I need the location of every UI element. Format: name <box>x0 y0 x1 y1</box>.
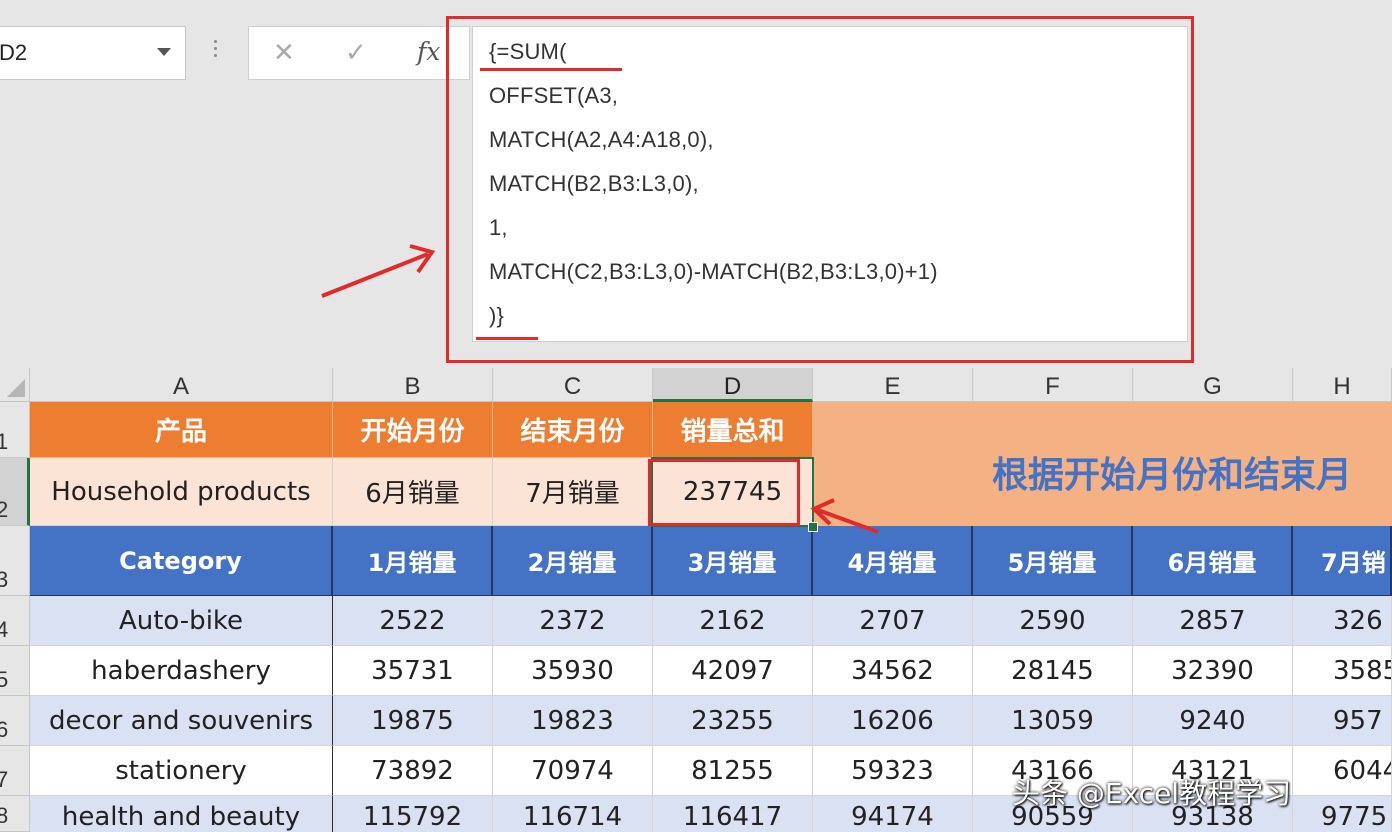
row-header-3[interactable]: 3 <box>0 526 30 596</box>
row-header-6[interactable]: 6 <box>0 696 30 746</box>
arrow-annotation-icon <box>810 498 879 534</box>
cancel-icon[interactable]: ✕ <box>273 38 295 68</box>
name-box[interactable]: D2 <box>0 26 186 80</box>
product-input-cell[interactable]: Household products <box>30 458 333 526</box>
row-header-4[interactable]: 4 <box>0 596 30 646</box>
formula-line: {=SUM( <box>489 39 567 64</box>
formula-line: MATCH(B2,B3:L3,0), <box>489 171 699 196</box>
table-cell[interactable]: 6044 <box>1293 746 1392 796</box>
enter-icon[interactable]: ✓ <box>345 38 367 68</box>
banner-title: 根据开始月份和结束月 <box>992 455 1353 496</box>
table-cell[interactable]: 2707 <box>813 596 973 646</box>
formula-input[interactable]: {=SUM( OFFSET(A3, MATCH(A2,A4:A18,0), MA… <box>472 26 1188 342</box>
table-header-cell[interactable]: 2月销量 <box>493 526 653 596</box>
column-header-e[interactable]: E <box>813 368 973 402</box>
row-header-7[interactable]: 7 <box>0 746 30 796</box>
formula-bar-area: D2 ✕ ✓ fx {=SUM( OFFSET(A3, MATCH(A2,A4:… <box>0 0 1392 368</box>
table-cell[interactable]: 9240 <box>1133 696 1293 746</box>
header-cell-end-month[interactable]: 结束月份 <box>493 402 653 458</box>
column-header-h[interactable]: H <box>1293 368 1392 402</box>
table-cell[interactable]: 957 <box>1293 696 1392 746</box>
table-cell[interactable]: 42097 <box>653 646 813 696</box>
table-cell[interactable]: 73892 <box>333 746 493 796</box>
table-cell[interactable]: 34562 <box>813 646 973 696</box>
table-cell[interactable]: 116417 <box>653 796 813 832</box>
table-cell[interactable]: 23255 <box>653 696 813 746</box>
table-cell[interactable]: 94174 <box>813 796 973 832</box>
table-header-cell[interactable]: 6月销量 <box>1133 526 1293 596</box>
table-cell[interactable]: 16206 <box>813 696 973 746</box>
chevron-down-icon[interactable] <box>157 48 171 56</box>
table-header-cell[interactable]: 7月销 <box>1293 526 1392 596</box>
banner-cell[interactable]: 根据开始月份和结束月 <box>812 402 1392 526</box>
table-cell[interactable]: 2522 <box>333 596 493 646</box>
header-cell-product[interactable]: 产品 <box>30 402 333 458</box>
arrow-annotation-icon <box>321 244 436 298</box>
column-header-c[interactable]: C <box>493 368 653 402</box>
table-header-cell[interactable]: 5月销量 <box>973 526 1133 596</box>
end-month-input-cell[interactable]: 7月销量 <box>493 458 653 526</box>
table-cell[interactable]: 13059 <box>973 696 1133 746</box>
table-cell[interactable]: 59323 <box>813 746 973 796</box>
drag-handle-icon[interactable] <box>214 40 218 61</box>
underline-annotation <box>476 337 538 340</box>
underline-annotation <box>480 68 622 71</box>
select-all-button[interactable] <box>0 368 30 402</box>
worksheet-grid: A B C D E F G H 1 2 3 4 5 6 7 8 产品 开始月份 … <box>0 368 1392 832</box>
table-cell[interactable]: 116714 <box>493 796 653 832</box>
table-cell[interactable]: Auto-bike <box>30 596 333 646</box>
table-cell[interactable]: 81255 <box>653 746 813 796</box>
table-header-cell[interactable]: Category <box>30 526 333 596</box>
insert-function-icon[interactable]: fx <box>417 37 440 66</box>
header-cell-start-month[interactable]: 开始月份 <box>333 402 493 458</box>
select-all-icon <box>7 379 25 397</box>
table-cell[interactable]: health and beauty <box>30 796 333 832</box>
table-header-cell[interactable]: 3月销量 <box>653 526 813 596</box>
table-cell[interactable]: 2162 <box>653 596 813 646</box>
sales-total-result-cell[interactable]: 237745 <box>653 458 813 526</box>
formula-line: MATCH(C2,B3:L3,0)-MATCH(B2,B3:L3,0)+1) <box>489 259 938 284</box>
table-cell[interactable]: 3585 <box>1293 646 1392 696</box>
table-cell[interactable]: 2372 <box>493 596 653 646</box>
column-header-d[interactable]: D <box>653 368 813 402</box>
column-header-g[interactable]: G <box>1133 368 1293 402</box>
table-cell[interactable]: 2590 <box>973 596 1133 646</box>
formula-line: 1, <box>489 215 508 240</box>
formula-line: )} <box>489 303 505 328</box>
row-header-1[interactable]: 1 <box>0 402 30 458</box>
row-header-5[interactable]: 5 <box>0 646 30 696</box>
table-cell[interactable]: 326 <box>1293 596 1392 646</box>
table-cell[interactable]: 115792 <box>333 796 493 832</box>
start-month-input-cell[interactable]: 6月销量 <box>333 458 493 526</box>
formula-line: OFFSET(A3, <box>489 83 619 108</box>
header-cell-sales-total[interactable]: 销量总和 <box>653 402 813 458</box>
row-header-2[interactable]: 2 <box>0 458 30 526</box>
table-cell[interactable]: stationery <box>30 746 333 796</box>
table-cell[interactable]: decor and souvenirs <box>30 696 333 746</box>
table-cell[interactable]: 70974 <box>493 746 653 796</box>
table-cell[interactable]: 9775 <box>1293 796 1392 832</box>
table-cell[interactable]: 35930 <box>493 646 653 696</box>
name-box-value: D2 <box>0 40 28 65</box>
watermark: 头条 @Excel教程学习 <box>1012 777 1292 810</box>
table-cell[interactable]: haberdashery <box>30 646 333 696</box>
table-cell[interactable]: 19823 <box>493 696 653 746</box>
column-header-b[interactable]: B <box>333 368 493 402</box>
table-cell[interactable]: 2857 <box>1133 596 1293 646</box>
column-header-f[interactable]: F <box>973 368 1133 402</box>
table-header-cell[interactable]: 1月销量 <box>333 526 493 596</box>
formula-buttons: ✕ ✓ fx <box>248 26 470 80</box>
table-cell[interactable]: 35731 <box>333 646 493 696</box>
table-cell[interactable]: 32390 <box>1133 646 1293 696</box>
column-header-a[interactable]: A <box>30 368 333 402</box>
table-cell[interactable]: 28145 <box>973 646 1133 696</box>
table-cell[interactable]: 19875 <box>333 696 493 746</box>
row-header-8[interactable]: 8 <box>0 796 30 832</box>
formula-line: MATCH(A2,A4:A18,0), <box>489 127 714 152</box>
